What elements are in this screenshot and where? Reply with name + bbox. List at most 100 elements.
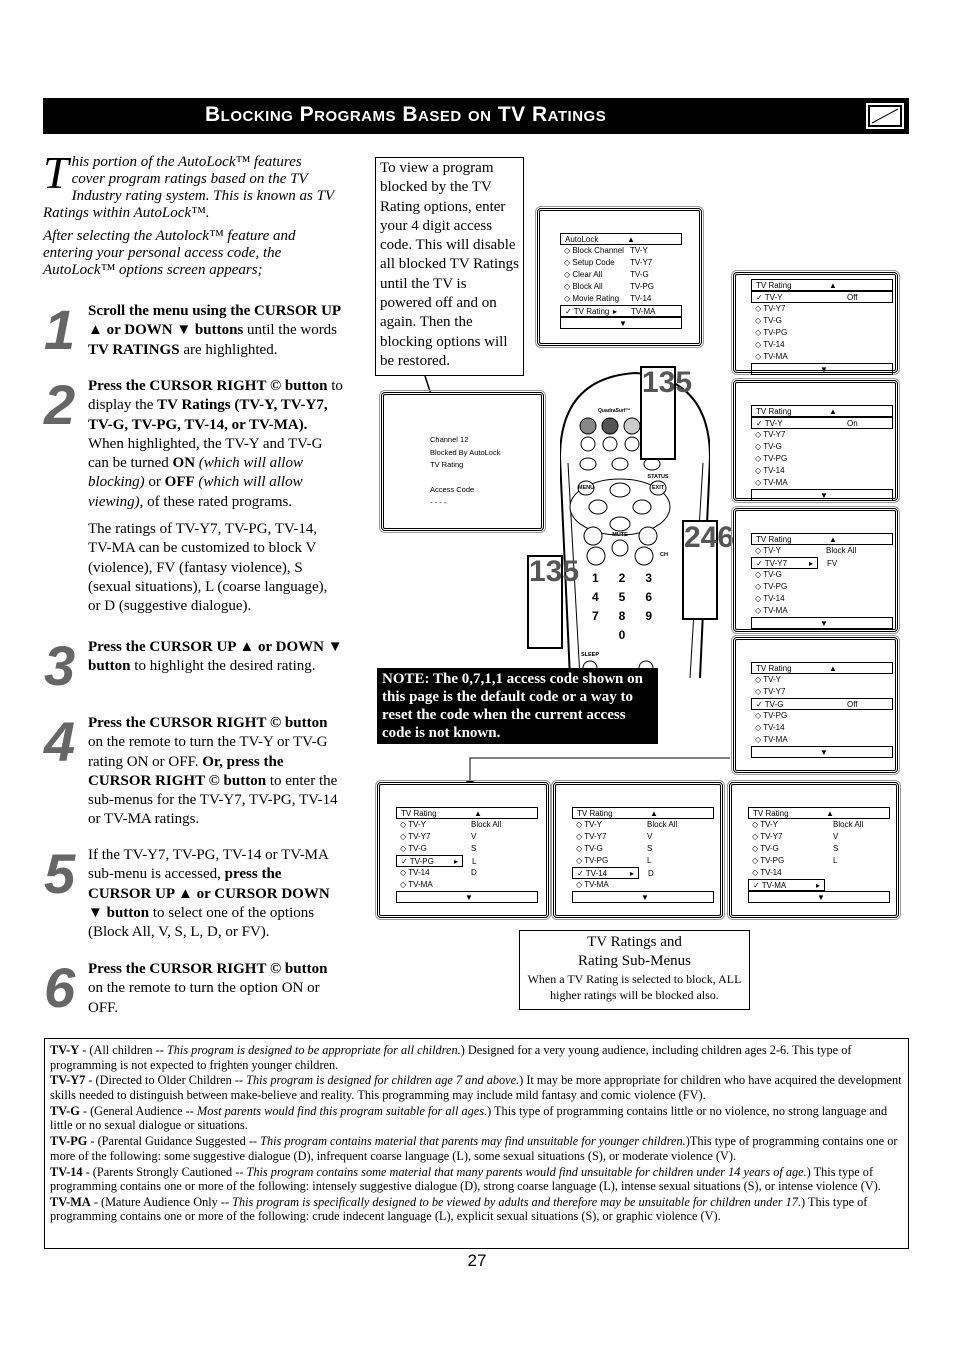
diamond-bullet-icon: ◇ — [400, 880, 409, 889]
menu-item[interactable]: ◇ TV-G S — [396, 843, 538, 855]
step-number: 1 — [44, 298, 76, 361]
menu-item[interactable]: ◇ Clear All TV-G — [560, 269, 682, 281]
menu-item[interactable]: ◇ Block All TV-PG — [560, 281, 682, 293]
menu-item[interactable]: ✓ TV Rating ▸ TV-MA — [560, 305, 682, 317]
text-segment: This program is specifically designed to… — [232, 1194, 802, 1209]
menu-item-label: TV-PG — [760, 856, 785, 865]
menu-item[interactable]: ◇ TV-14 — [751, 339, 893, 351]
digit-button[interactable]: 9 — [635, 609, 662, 623]
definition-paragraph: TV-Y7 - (Directed to Older Children -- T… — [50, 1073, 903, 1102]
menu-item[interactable]: ✓ TV-MA ▸ — [748, 879, 825, 891]
menu-title-text: TV Rating — [756, 407, 792, 416]
menu-item[interactable]: ◇ TV-Y Block All — [396, 819, 538, 831]
menu-item[interactable]: ◇ TV-14 — [751, 722, 893, 734]
menu-item[interactable]: ◇ TV-G — [751, 441, 893, 453]
menu-item[interactable]: ◇ TV-PG L — [572, 855, 714, 867]
right-arrow-icon: ▸ — [613, 307, 618, 316]
down-arrow-icon: ▼ — [572, 891, 714, 903]
menu-item-label: TV-PG — [763, 711, 788, 720]
menu-item-label: TV-Y — [408, 820, 427, 829]
diamond-bullet-icon: ◇ — [755, 454, 764, 463]
diamond-bullet-icon: ◇ — [755, 340, 764, 349]
menu-item[interactable]: ◇ TV-Y7 — [751, 429, 893, 441]
menu-item[interactable]: ◇ TV-MA — [751, 351, 893, 363]
menu-item[interactable]: ✓ TV-PG ▸ L — [396, 855, 476, 867]
menu-item-value: FV — [827, 559, 838, 568]
right-arrow-icon: ▸ — [816, 881, 821, 890]
text-segment: TV-14 — [50, 1164, 83, 1179]
menu-item[interactable]: ◇ TV-PG — [751, 710, 893, 722]
menu-item-label: TV-MA — [763, 478, 788, 487]
callout-steps-246: 246 — [682, 520, 734, 620]
diamond-bullet-icon: ◇ — [752, 844, 761, 853]
menu-item[interactable]: ◇ TV-14 D — [396, 867, 538, 879]
screen-line: TV Rating — [430, 460, 464, 469]
menu-title: TV Rating ▲ — [396, 807, 538, 819]
menu-item[interactable]: ◇ TV-MA — [751, 734, 893, 746]
menu-item-label: TV-G — [408, 844, 427, 853]
menu-item-value: D — [648, 869, 654, 878]
menu-title-text: TV Rating — [577, 809, 613, 818]
digit-button[interactable]: 4 — [582, 590, 609, 604]
menu-item[interactable]: ◇ TV-MA — [751, 477, 893, 489]
menu-item[interactable]: ◇ TV-G — [751, 569, 893, 581]
menu-item[interactable]: ◇ TV-PG — [751, 581, 893, 593]
exit-button[interactable]: EXIT — [652, 485, 664, 491]
menu-item[interactable]: ✓ TV-Y Off — [751, 291, 893, 303]
menu-item[interactable]: ◇ TV-Y Block All — [748, 819, 890, 831]
menu-item[interactable]: ◇ TV-MA — [396, 879, 538, 891]
menu-item[interactable]: ✓ TV-Y7 ▸ FV — [751, 557, 837, 569]
menu-item[interactable]: ◇ TV-Y7 V — [572, 831, 714, 843]
menu-button[interactable]: MENU — [578, 485, 594, 491]
menu-item[interactable]: ◇ TV-14 — [751, 593, 893, 605]
step-text: Press the CURSOR RIGHT © but­ton on the … — [88, 960, 343, 1018]
menu-item[interactable]: ◇ TV-G S — [572, 843, 714, 855]
menu-item[interactable]: ◇ TV-14 — [751, 465, 893, 477]
menu-title: TV Rating ▲ — [751, 405, 893, 417]
menu-item[interactable]: ◇ TV-Y Block All — [572, 819, 714, 831]
digit-button[interactable]: 6 — [635, 590, 662, 604]
text-segment: - (Parents Strongly Cautioned -- — [82, 1164, 247, 1179]
menu-item[interactable]: ◇ TV-PG — [751, 453, 893, 465]
menu-item[interactable]: ✓ TV-14 ▸ D — [572, 867, 654, 879]
menu-item[interactable]: ◇ TV-PG L — [748, 855, 890, 867]
menu-title: AutoLock ▲ — [560, 233, 682, 245]
digit-button[interactable]: 3 — [635, 571, 662, 585]
digit-button[interactable]: 0 — [609, 628, 636, 642]
intro-paragraph: his portion of the AutoLock™ features co… — [43, 154, 334, 221]
menu-item[interactable]: ◇ Movie Rating TV-14 — [560, 293, 682, 305]
menu-item[interactable]: ◇ TV-Y7 V — [748, 831, 890, 843]
diamond-bullet-icon: ◇ — [755, 316, 764, 325]
mute-label: MUTE — [612, 532, 628, 538]
menu-item[interactable]: ◇ TV-Y — [751, 674, 893, 686]
menu-item[interactable]: ✓ TV-Y On — [751, 417, 893, 429]
digit-button[interactable]: 8 — [609, 609, 636, 623]
diamond-bullet-icon: ◇ — [755, 582, 764, 591]
text-segment: , of these rated pro­grams. — [139, 493, 293, 510]
tv-screen-icon — [864, 101, 906, 131]
menu-item[interactable]: ◇ TV-G S — [748, 843, 890, 855]
digit-button[interactable]: 5 — [609, 590, 636, 604]
menu-item[interactable]: ◇ TV-Y7 — [751, 303, 893, 315]
menu-item[interactable]: ◇ Block Channel TV-Y — [560, 245, 682, 257]
menu-item[interactable]: ◇ TV-Y7 V — [396, 831, 538, 843]
tv-menu-screen-b2: TV Rating ▲ ◇ TV-Y Block All ◇ TV-Y7 V ◇ TV-G S… — [551, 780, 725, 920]
digit-button[interactable]: 7 — [582, 609, 609, 623]
menu-item-label: TV-G — [764, 700, 784, 709]
digit-button[interactable]: 1 — [582, 571, 609, 585]
menu-item[interactable]: ◇ TV-14 — [748, 867, 890, 879]
digit-button[interactable]: 2 — [609, 571, 636, 585]
text-segment: are highlighted. — [179, 341, 278, 358]
screen-line: Access Code — [430, 485, 475, 494]
menu-item[interactable]: ✓ TV-G Off — [751, 698, 893, 710]
text-segment: TV RATINGS — [88, 341, 180, 358]
menu-item[interactable]: ◇ TV-G — [751, 315, 893, 327]
menu-item[interactable]: ◇ TV-MA — [751, 605, 893, 617]
menu-item[interactable]: ◇ TV-MA — [572, 879, 714, 891]
menu-item[interactable]: ◇ TV-Y Block All — [751, 545, 893, 557]
check-icon: ✓ — [577, 869, 586, 878]
menu-item[interactable]: ◇ TV-PG — [751, 327, 893, 339]
menu-item[interactable]: ◇ Setup Code TV-Y7 — [560, 257, 682, 269]
menu-item[interactable]: ◇ TV-Y7 — [751, 686, 893, 698]
diamond-bullet-icon: ◇ — [400, 832, 409, 841]
